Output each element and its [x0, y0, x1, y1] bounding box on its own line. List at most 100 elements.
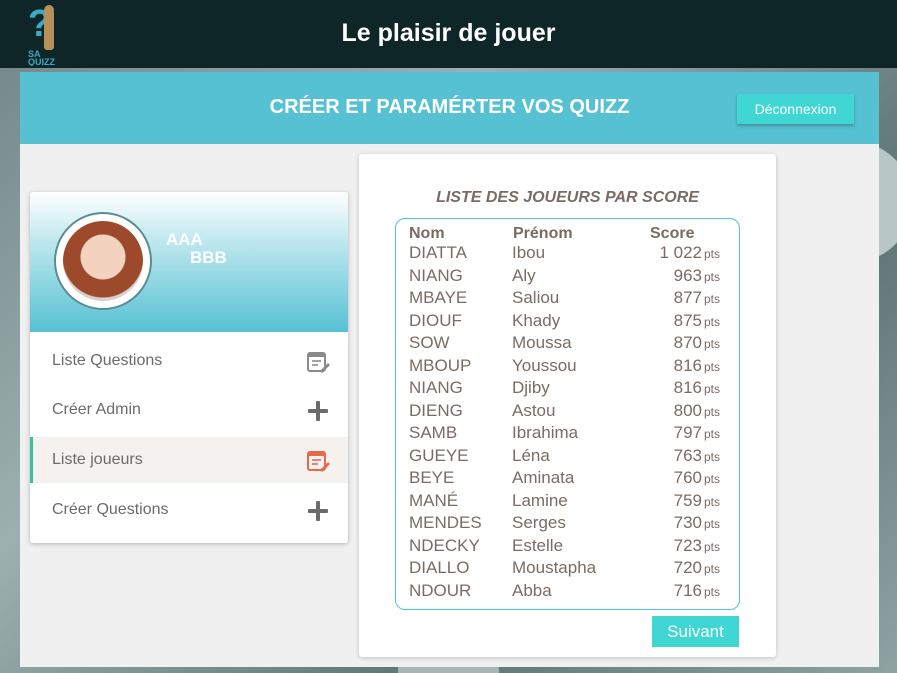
player-score: 875 pts: [650, 311, 720, 331]
players-table: Nom Prénom Score DIATTA Ibou 1 022 pts NIANG…: [395, 218, 740, 610]
table-row: NIANG Aly 963 pts: [396, 266, 739, 288]
player-score-value: 875: [673, 310, 702, 330]
player-score-value: 730: [673, 513, 702, 532]
column-header-prenom: Prénom: [513, 225, 573, 242]
player-prenom: Ibou: [512, 243, 546, 262]
players-list-title: LISTE DES JOUEURS PAR SCORE: [436, 189, 699, 206]
player-score: 759 pts: [650, 491, 720, 511]
player-nom: MANÉ: [409, 490, 459, 510]
player-prenom: Lamine: [512, 490, 568, 510]
table-row: DIATTA Ibou 1 022 pts: [396, 243, 739, 265]
profile-first-name: AAA: [166, 230, 203, 249]
player-score-value: 723: [673, 535, 702, 555]
site-title: Le plaisir de jouer: [341, 19, 556, 47]
table-row: BEYE Aminata 760 pts: [396, 468, 739, 490]
menu-item-label: Liste Questions: [52, 352, 163, 369]
player-score: 716 pts: [650, 581, 720, 601]
player-score: 730 pts: [650, 513, 720, 533]
player-score-unit: pts: [703, 562, 720, 576]
player-score-unit: pts: [703, 517, 720, 531]
column-header-score: Score: [650, 225, 695, 242]
player-score: 816 pts: [650, 378, 720, 398]
plus-icon: [308, 501, 328, 521]
player-score-unit: pts: [703, 269, 720, 284]
player-score: 723 pts: [650, 536, 720, 556]
player-nom: DIALLO: [409, 558, 470, 577]
player-score: 1 022 pts: [650, 243, 720, 263]
player-score: 816 pts: [650, 356, 720, 376]
player-score-unit: pts: [703, 472, 720, 486]
player-prenom: Khady: [512, 310, 561, 330]
table-row: DIOUF Khady 875 pts: [396, 311, 739, 333]
table-row: SAMB Ibrahima 797 pts: [396, 423, 739, 445]
player-nom: SAMB: [409, 423, 458, 442]
player-prenom: Aminata: [512, 468, 575, 487]
menu-item-label: Liste joueurs: [52, 451, 143, 468]
player-nom: MBAYE: [409, 288, 468, 307]
player-score-unit: pts: [703, 494, 720, 509]
player-score: 877 pts: [650, 288, 720, 308]
player-score: 800 pts: [650, 401, 720, 421]
column-header-nom: Nom: [409, 225, 445, 242]
table-row: NDECKY Estelle 723 pts: [396, 536, 739, 558]
player-score: 870 pts: [650, 333, 720, 353]
player-score-unit: pts: [703, 404, 720, 419]
menu-item-creer-admin[interactable]: Créer Admin: [30, 387, 348, 433]
player-score-value: 877: [673, 288, 702, 307]
player-nom: NDECKY: [409, 535, 480, 555]
table-row: NIANG Djiby 816 pts: [396, 378, 739, 400]
player-nom: DIENG: [409, 400, 463, 420]
menu-item-label: Créer Admin: [52, 401, 141, 418]
profile-card: AAA BBB Liste Questions Créer Admin List…: [30, 192, 348, 543]
next-button[interactable]: Suivant: [652, 616, 739, 647]
player-score-unit: pts: [703, 539, 720, 554]
player-score-unit: pts: [703, 584, 720, 599]
player-score-value: 816: [673, 355, 702, 375]
player-score-value: 797: [673, 423, 702, 442]
player-score-unit: pts: [703, 449, 720, 464]
player-score-unit: pts: [703, 247, 720, 261]
logo-text-quizz: QUIZZ: [28, 57, 55, 66]
menu-item-creer-questions[interactable]: Créer Questions: [30, 487, 348, 533]
player-prenom: Estelle: [512, 535, 564, 555]
player-score-value: 816: [673, 378, 702, 397]
player-prenom: Serges: [512, 513, 566, 532]
player-prenom: Aly: [512, 265, 536, 285]
profile-last-name: BBB: [190, 248, 227, 267]
player-nom: NDOUR: [409, 580, 472, 600]
player-score-value: 720: [673, 558, 702, 577]
player-prenom: Moussa: [512, 333, 572, 352]
menu-item-liste-joueurs[interactable]: Liste joueurs: [30, 437, 348, 483]
table-row: MBAYE Saliou 877 pts: [396, 288, 739, 310]
player-score-value: 760: [673, 468, 702, 487]
player-nom: MBOUP: [409, 355, 472, 375]
avatar-frame: [54, 212, 152, 310]
player-nom: GUEYE: [409, 445, 469, 465]
logout-button[interactable]: Déconnexion: [737, 94, 854, 124]
player-prenom: Djiby: [512, 378, 550, 397]
avatar: [63, 221, 143, 301]
player-score-value: 759: [673, 490, 702, 510]
player-score-value: 800: [673, 400, 702, 420]
player-score-value: 870: [673, 333, 702, 352]
player-prenom: Ibrahima: [512, 423, 579, 442]
table-row: GUEYE Léna 763 pts: [396, 446, 739, 468]
player-prenom: Saliou: [512, 288, 560, 307]
player-score-value: 1 022: [659, 243, 702, 262]
player-nom: NIANG: [409, 378, 463, 397]
table-row: DIENG Astou 800 pts: [396, 401, 739, 423]
panel-header: CRÉER ET PARAMÉRTER VOS QUIZZ Déconnexio…: [20, 72, 879, 144]
player-score: 720 pts: [650, 558, 720, 578]
top-bar: ? SA QUIZZ Le plaisir de jouer: [0, 0, 897, 68]
edit-list-icon: [307, 352, 330, 373]
player-score-value: 763: [673, 445, 702, 465]
table-row: MENDES Serges 730 pts: [396, 513, 739, 535]
player-score-unit: pts: [703, 427, 720, 441]
players-list-card: LISTE DES JOUEURS PAR SCORE Nom Prénom S…: [359, 154, 776, 657]
player-prenom: Léna: [512, 445, 550, 465]
menu-item-liste-questions[interactable]: Liste Questions: [30, 338, 348, 384]
player-prenom: Moustapha: [512, 558, 597, 577]
player-nom: NIANG: [409, 265, 463, 285]
table-row: MANÉ Lamine 759 pts: [396, 491, 739, 513]
player-prenom: Youssou: [512, 355, 577, 375]
